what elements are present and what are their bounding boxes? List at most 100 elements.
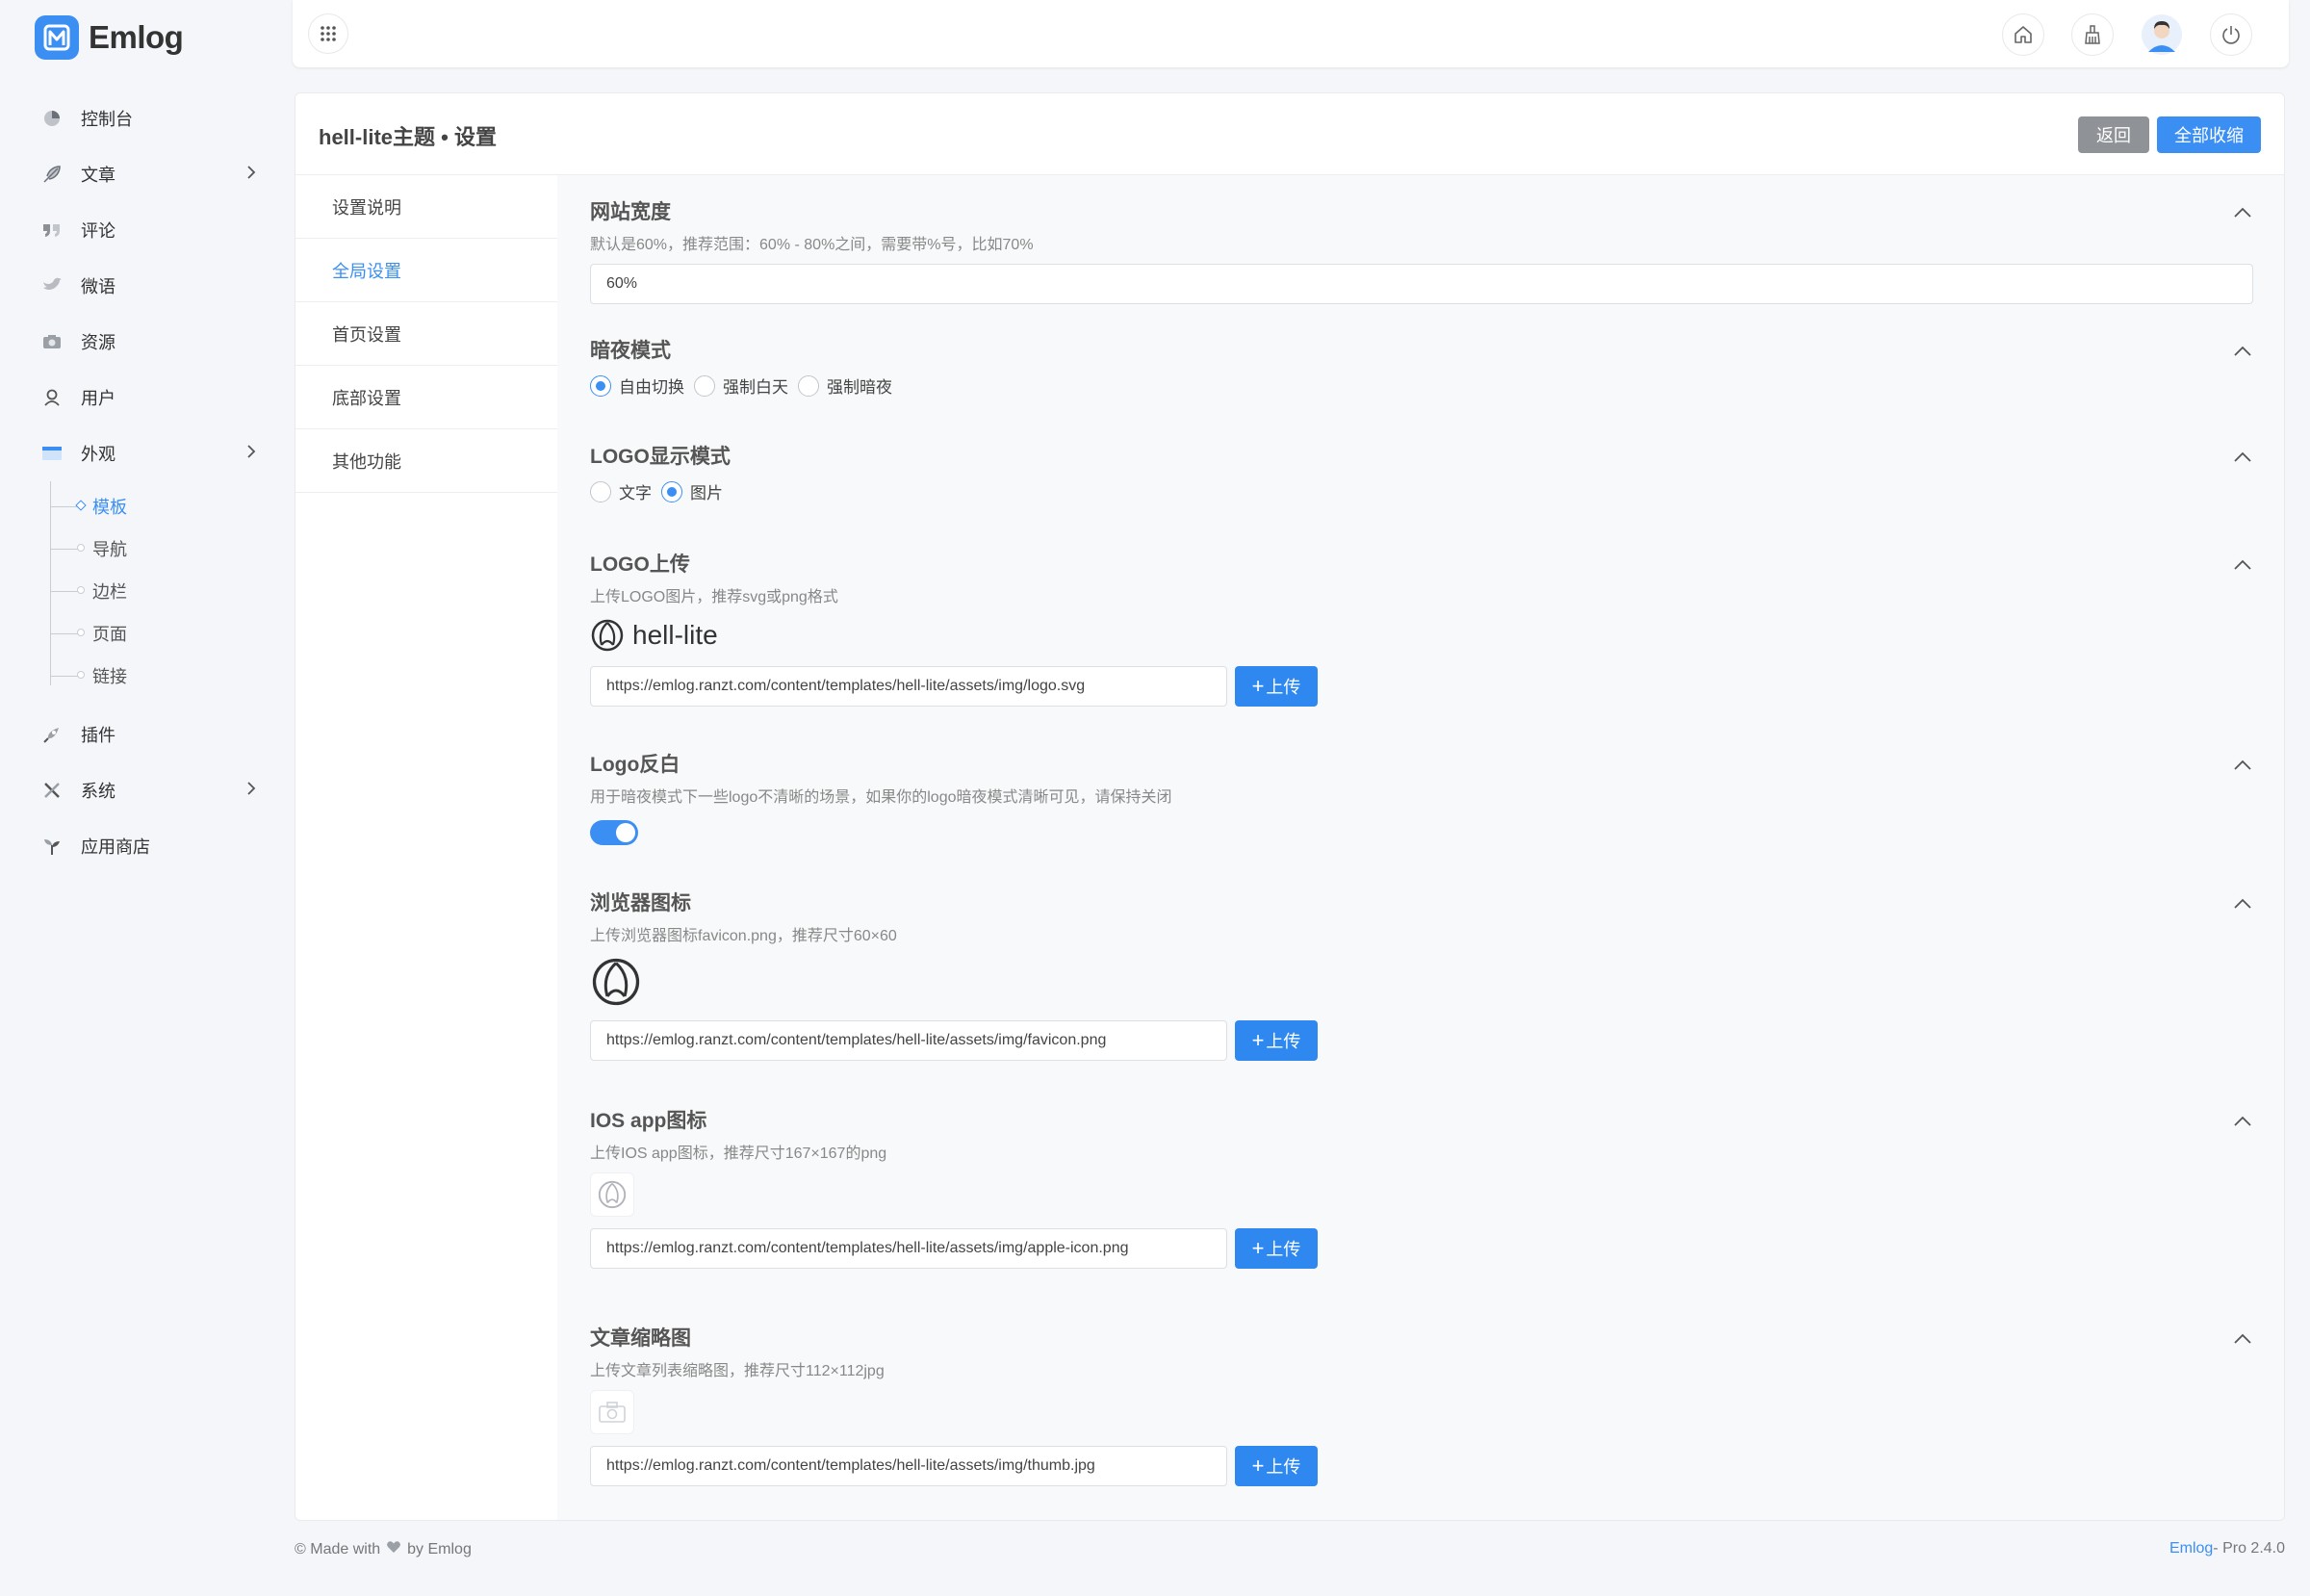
subnav-item-pages[interactable]: 页面	[50, 612, 279, 655]
logo-url-input[interactable]: https://emlog.ranzt.com/content/template…	[590, 666, 1227, 707]
plus-icon: +	[1251, 1454, 1265, 1478]
emlog-link[interactable]: Emlog	[2169, 1540, 2213, 1557]
radio-auto-switch[interactable]	[590, 374, 611, 397]
thumbnail-url-input[interactable]: https://emlog.ranzt.com/content/template…	[590, 1446, 1227, 1486]
home-button[interactable]	[2002, 13, 2044, 56]
ios-app-icon	[598, 1180, 627, 1209]
back-button[interactable]: 返回	[2078, 116, 2149, 153]
tab-other-features[interactable]: 其他功能	[295, 429, 557, 493]
sidebar-item-dashboard[interactable]: 控制台	[0, 90, 279, 146]
logo-preview: hell-lite	[590, 616, 2253, 655]
bird-icon	[40, 274, 64, 297]
logo-mode-radios: 文字 图片	[590, 479, 2253, 503]
grid-icon	[321, 26, 336, 41]
sidebar-item-users[interactable]: 用户	[0, 370, 279, 425]
section-article-thumbnail: 文章缩略图 上传文章列表缩略图，推荐尺寸112×112jpg https://e…	[590, 1323, 2253, 1486]
clear-cache-button[interactable]	[2071, 13, 2114, 56]
tab-home-settings[interactable]: 首页设置	[295, 302, 557, 366]
logo-invert-toggle[interactable]	[590, 820, 638, 845]
chevron-right-icon	[244, 442, 258, 466]
chevron-up-icon[interactable]	[2232, 759, 2253, 777]
plus-icon: +	[1251, 674, 1265, 698]
thumbnail-upload-button[interactable]: + 上传	[1235, 1446, 1318, 1486]
chevron-up-icon[interactable]	[2232, 206, 2253, 224]
radio-image[interactable]	[661, 480, 682, 502]
quote-icon	[40, 219, 64, 242]
circle-icon	[75, 584, 87, 596]
favicon-url-input[interactable]: https://emlog.ranzt.com/content/template…	[590, 1020, 1227, 1061]
favicon-upload-button[interactable]: + 上传	[1235, 1020, 1318, 1061]
avatar-icon	[2142, 14, 2182, 55]
sidebar-item-appearance[interactable]: 外观	[0, 425, 279, 481]
settings-content: 网站宽度 默认是60%，推荐范围：60% - 80%之间，需要带%号，比如70%…	[557, 175, 2284, 1520]
radio-text[interactable]	[590, 480, 611, 502]
brand-name: Emlog	[89, 19, 184, 55]
plus-icon: +	[1251, 1028, 1265, 1052]
camera-icon	[40, 330, 64, 353]
chevron-up-icon[interactable]	[2232, 1332, 2253, 1351]
top-bar	[293, 0, 2289, 67]
circle-icon	[75, 627, 87, 638]
ios-icon-preview	[590, 1172, 2253, 1217]
sidebar-item-micro-posts[interactable]: 微语	[0, 258, 279, 314]
sidebar-item-articles[interactable]: 文章	[0, 146, 279, 202]
sidebar-nav: 控制台 文章 评论 微语 资源 用户 外观 模板 导航 边栏 页面 链接 插件 …	[0, 90, 279, 874]
appearance-subnav: 模板 导航 边栏 页面 链接	[50, 481, 279, 697]
collapse-all-button[interactable]: 全部收缩	[2157, 116, 2261, 153]
radio-force-dark[interactable]	[798, 374, 819, 397]
footer-version: Emlog- Pro 2.4.0	[2169, 1540, 2285, 1557]
section-logo-invert: Logo反白 用于暗夜模式下一些logo不清晰的场景，如果你的logo暗夜模式清…	[590, 749, 2253, 845]
sidebar-item-plugins[interactable]: 插件	[0, 707, 279, 762]
subnav-item-navigation[interactable]: 导航	[50, 528, 279, 570]
logo-upload-button[interactable]: + 上传	[1235, 666, 1318, 707]
tab-instructions[interactable]: 设置说明	[295, 175, 557, 239]
sidebar-item-comments[interactable]: 评论	[0, 202, 279, 258]
sidebar-item-app-store[interactable]: 应用商店	[0, 818, 279, 874]
tab-footer-settings[interactable]: 底部设置	[295, 366, 557, 429]
tab-global-settings[interactable]: 全局设置	[295, 239, 557, 302]
emlog-logo-icon	[35, 15, 79, 60]
thumbnail-image	[590, 1390, 634, 1434]
ios-icon-upload-button[interactable]: + 上传	[1235, 1228, 1318, 1269]
section-dark-mode: 暗夜模式 自由切换 强制白天 强制暗夜	[590, 335, 2253, 398]
sidebar-item-system[interactable]: 系统	[0, 762, 279, 818]
power-icon	[2222, 26, 2240, 44]
sidebar-item-resources[interactable]: 资源	[0, 314, 279, 370]
ios-icon-url-input[interactable]: https://emlog.ranzt.com/content/template…	[590, 1228, 1227, 1269]
dark-mode-radios: 自由切换 强制白天 强制暗夜	[590, 373, 2253, 398]
chevron-up-icon[interactable]	[2232, 450, 2253, 469]
chevron-right-icon	[244, 163, 258, 187]
diamond-icon	[75, 500, 87, 511]
favicon-preview	[590, 955, 2253, 1009]
camera-placeholder-icon	[599, 1402, 626, 1423]
user-avatar[interactable]	[2141, 13, 2183, 56]
section-logo-mode: LOGO显示模式 文字 图片	[590, 441, 2253, 503]
chevron-right-icon	[244, 779, 258, 803]
circle-icon	[75, 669, 87, 681]
logo-preview-text: hell-lite	[632, 620, 718, 650]
subnav-item-templates[interactable]: 模板	[50, 485, 279, 528]
logout-button[interactable]	[2210, 13, 2252, 56]
settings-tabs: 设置说明 全局设置 首页设置 底部设置 其他功能	[295, 175, 557, 493]
subnav-item-links[interactable]: 链接	[50, 655, 279, 697]
favicon-image-icon	[592, 958, 640, 1006]
chevron-up-icon[interactable]	[2232, 558, 2253, 577]
footer-credit: © Made with by Emlog	[295, 1540, 472, 1557]
radio-force-light[interactable]	[694, 374, 715, 397]
brand[interactable]: Emlog	[35, 15, 184, 60]
section-logo-upload: LOGO上传 上传LOGO图片，推荐svg或png格式 hell-lite ht…	[590, 549, 2253, 707]
home-icon	[2015, 26, 2032, 43]
sidebar: Emlog 控制台 文章 评论 微语 资源 用户 外观 模板 导航 边栏 页面 …	[0, 0, 279, 1596]
ios-icon-image	[590, 1172, 634, 1217]
chevron-up-icon[interactable]	[2232, 897, 2253, 915]
hell-lite-logo-icon	[591, 619, 624, 652]
user-icon	[40, 386, 64, 409]
plus-icon: +	[1251, 1236, 1265, 1260]
rocket-icon	[40, 723, 64, 746]
chevron-up-icon[interactable]	[2232, 1115, 2253, 1133]
apps-grid-button[interactable]	[308, 13, 348, 54]
chevron-up-icon[interactable]	[2232, 345, 2253, 363]
subnav-item-sidebar[interactable]: 边栏	[50, 570, 279, 612]
feather-icon	[40, 163, 64, 186]
site-width-input[interactable]: 60%	[590, 264, 2253, 304]
